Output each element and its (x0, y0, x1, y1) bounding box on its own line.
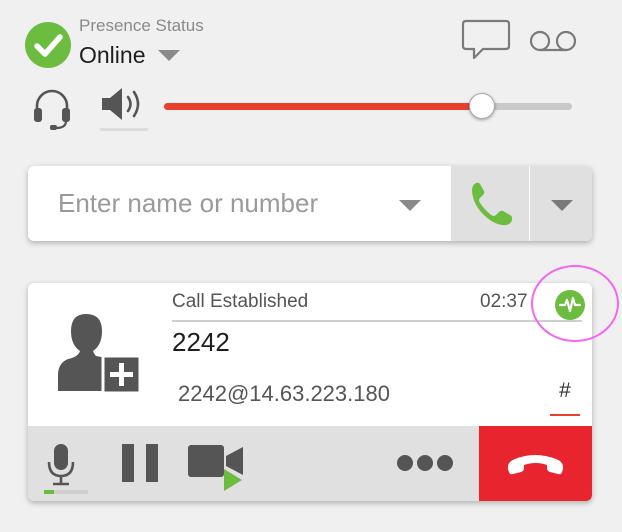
volume-slider-thumb[interactable] (469, 93, 496, 119)
microphone-icon (47, 444, 75, 486)
call-quality-button[interactable] (555, 290, 585, 320)
call-sip-address: 2242@14.63.223.180 (178, 381, 390, 406)
call-controls-toolbar (28, 426, 592, 501)
dtmf-keypad-label: # (559, 379, 571, 402)
headset-button[interactable] (32, 86, 72, 132)
hang-up-button[interactable] (479, 426, 592, 501)
more-options-button[interactable] (396, 453, 454, 473)
video-camera-icon (188, 445, 243, 491)
hang-up-icon (507, 455, 564, 475)
dial-history-caret-icon[interactable] (399, 200, 421, 211)
speaker-selected-indicator (100, 128, 148, 131)
call-status-text: Call Established (172, 291, 309, 312)
call-timer: 02:37 (480, 291, 528, 312)
call-status-divider (172, 320, 582, 322)
pause-icon (122, 444, 158, 482)
volume-slider[interactable] (164, 93, 572, 121)
presence-status-icon (25, 22, 71, 68)
voicemail-icon (529, 30, 577, 52)
dtmf-underline (550, 414, 580, 416)
mute-button[interactable] (46, 442, 76, 492)
call-quality-icon (558, 296, 582, 313)
mic-level-meter (44, 490, 88, 494)
dial-bar (28, 166, 592, 241)
call-remote-number: 2242 (172, 327, 230, 357)
speaker-button[interactable] (100, 86, 144, 122)
hold-button[interactable] (120, 444, 162, 482)
call-options-button[interactable] (530, 166, 592, 241)
checkmark-icon (34, 34, 63, 57)
presence-dropdown-caret-icon[interactable] (158, 50, 180, 61)
volume-slider-fill (164, 103, 483, 110)
add-contact-button[interactable] (56, 311, 142, 395)
more-dots-icon (397, 455, 453, 471)
active-call-card: Call Established 02:37 2242 2242@14.63.2… (28, 283, 592, 501)
chevron-down-icon (551, 200, 573, 211)
dial-input[interactable] (28, 166, 408, 241)
call-button[interactable] (451, 166, 529, 241)
presence-status-label: Presence Status (79, 16, 204, 35)
chat-button[interactable] (461, 18, 511, 62)
speaker-icon (102, 88, 140, 120)
video-button[interactable] (188, 443, 246, 491)
voicemail-button[interactable] (528, 28, 578, 54)
headset-icon (34, 89, 70, 130)
chat-bubble-icon (461, 19, 511, 60)
dtmf-keypad-button[interactable]: # (550, 379, 580, 419)
mic-level-fill (44, 490, 54, 494)
presence-status-value[interactable]: Online (79, 42, 145, 69)
add-contact-icon (58, 314, 142, 395)
phone-icon (472, 182, 512, 226)
